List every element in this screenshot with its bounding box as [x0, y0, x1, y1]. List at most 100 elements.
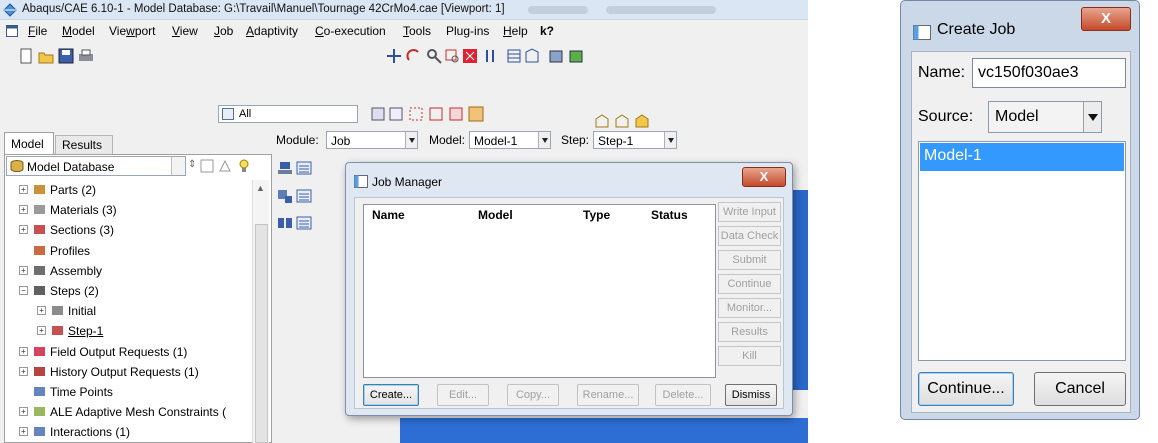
tree-item[interactable]: + ALE Adaptive Mesh Constraints ( [0, 402, 250, 422]
model-database-dropdown-icon[interactable] [171, 157, 185, 175]
results-button[interactable]: Results [718, 322, 781, 342]
continue-job-button[interactable]: Continue [718, 274, 781, 294]
magnify-icon[interactable] [426, 48, 442, 64]
render-shaded-grid-icon[interactable] [548, 48, 564, 64]
select-inside-icon[interactable] [448, 106, 464, 122]
menu-tools[interactable]: Tools [403, 24, 431, 38]
tree-item[interactable]: + Parts (2) [0, 180, 250, 200]
tree-item[interactable]: + Sections (3) [0, 220, 250, 240]
lightbulb-icon[interactable] [236, 158, 252, 174]
tree-item[interactable]: + Field Output Requests (1) [0, 342, 250, 362]
menu-adaptivity[interactable]: Adaptivity [246, 24, 298, 38]
selection-options-icon[interactable] [370, 106, 386, 122]
menu-model[interactable]: Model [62, 24, 95, 38]
expand-icon[interactable]: + [37, 306, 46, 316]
delete-button[interactable]: Delete... [655, 384, 711, 406]
submit-button[interactable]: Submit [718, 250, 781, 270]
tab-model[interactable]: Model [4, 132, 54, 154]
tree-highlight-icon[interactable] [218, 159, 232, 173]
adaptivity-manager-icon[interactable] [296, 188, 312, 204]
tree-item[interactable]: Profiles [0, 241, 250, 261]
expand-icon[interactable]: + [37, 326, 46, 336]
copy-button[interactable]: Copy... [507, 384, 559, 406]
list-item-model-1[interactable]: Model-1 [920, 143, 1124, 171]
data-check-button[interactable]: Data Check [718, 226, 781, 246]
selection-mode-icon[interactable] [388, 106, 404, 122]
new-file-icon[interactable] [18, 48, 34, 64]
cancel-button[interactable]: Cancel [1034, 372, 1126, 406]
job-manager-close-button[interactable]: X [742, 167, 786, 187]
tree-item[interactable]: + Materials (3) [0, 200, 250, 220]
menu-view[interactable]: View [172, 24, 198, 38]
select-region-icon[interactable] [428, 106, 444, 122]
coexecution-manager-icon[interactable] [296, 215, 312, 231]
scroll-up-arrow-icon[interactable]: ▲ [256, 183, 265, 193]
tree-item[interactable]: Time Points [0, 382, 250, 402]
cycle-views-icon[interactable] [482, 48, 498, 64]
print-icon[interactable] [78, 48, 94, 64]
job-create-icon[interactable] [277, 160, 293, 176]
column-header-type[interactable]: Type [583, 208, 610, 222]
column-header-name[interactable]: Name [372, 208, 405, 222]
add-selected-icon[interactable] [634, 113, 650, 129]
expand-icon[interactable]: + [19, 427, 28, 437]
expand-icon[interactable]: + [19, 407, 28, 417]
replace-selected-icon[interactable] [594, 113, 610, 129]
menu-co-execution[interactable]: Co-execution [315, 24, 386, 38]
open-folder-icon[interactable] [38, 48, 54, 64]
menu-plug-ins[interactable]: Plug-ins [446, 24, 489, 38]
render-wireframe-icon[interactable] [506, 48, 522, 64]
auto-fit-icon[interactable] [462, 48, 478, 64]
tree-item[interactable]: − Steps (2) [0, 281, 250, 301]
selection-filter-combo[interactable]: All [218, 105, 358, 123]
monitor-button[interactable]: Monitor... [718, 298, 781, 318]
tree-item[interactable]: + Assembly [0, 261, 250, 281]
tree-item[interactable]: + Interactions (1) [0, 422, 250, 442]
pan-icon[interactable] [386, 48, 402, 64]
collapse-icon[interactable]: − [19, 286, 28, 295]
scroll-thumb[interactable] [255, 224, 268, 443]
select-highlight-icon[interactable] [468, 106, 484, 122]
job-manager-icon[interactable] [296, 160, 312, 176]
save-icon[interactable] [58, 48, 74, 64]
expand-icon[interactable]: + [19, 366, 28, 376]
column-header-model[interactable]: Model [478, 208, 513, 222]
model-list[interactable]: Model-1 [918, 141, 1126, 361]
remove-selected-icon[interactable] [614, 113, 630, 129]
model-dropdown-icon[interactable] [538, 132, 550, 148]
step-dropdown-icon[interactable] [664, 132, 676, 148]
create-job-close-button[interactable]: X [1081, 7, 1131, 31]
job-name-input[interactable]: vc150f030ae3 [972, 58, 1126, 88]
module-dropdown-icon[interactable] [405, 132, 417, 148]
drag-shape-icon[interactable] [408, 106, 424, 122]
rotate-icon[interactable] [406, 48, 422, 64]
source-dropdown-icon[interactable] [1083, 102, 1101, 132]
expand-icon[interactable]: + [19, 205, 28, 215]
model-combo[interactable]: Model-1 [469, 131, 551, 149]
tab-results[interactable]: Results [55, 135, 113, 154]
source-combo[interactable]: Model [988, 101, 1102, 133]
tree-item[interactable]: + Initial [0, 301, 250, 321]
tree-item[interactable]: + History Output Requests (1) [0, 362, 250, 382]
expand-icon[interactable]: + [19, 185, 28, 194]
system-menu-icon[interactable] [6, 25, 18, 37]
tree-filter-icon[interactable] [200, 159, 214, 173]
expand-icon[interactable]: + [19, 265, 28, 275]
step-combo[interactable]: Step-1 [593, 131, 677, 149]
kill-button[interactable]: Kill [718, 346, 781, 366]
tree-item[interactable]: + Step-1 [0, 321, 250, 341]
render-shaded-icon[interactable] [568, 48, 584, 64]
continue-button[interactable]: Continue... [918, 372, 1014, 406]
column-header-status[interactable]: Status [651, 208, 688, 222]
create-button[interactable]: Create... [363, 384, 419, 406]
expand-collapse-icon[interactable]: ⇕ [188, 159, 196, 170]
menu-job[interactable]: Job [214, 24, 233, 38]
adaptivity-create-icon[interactable] [277, 188, 293, 204]
menu-help[interactable]: Help [503, 24, 528, 38]
menu-file[interactable]: File [28, 24, 47, 38]
edit-button[interactable]: Edit... [437, 384, 489, 406]
expand-icon[interactable]: + [19, 225, 28, 235]
box-zoom-icon[interactable] [444, 48, 460, 64]
render-hidden-icon[interactable] [524, 48, 540, 64]
context-help-icon[interactable]: k? [540, 24, 554, 38]
